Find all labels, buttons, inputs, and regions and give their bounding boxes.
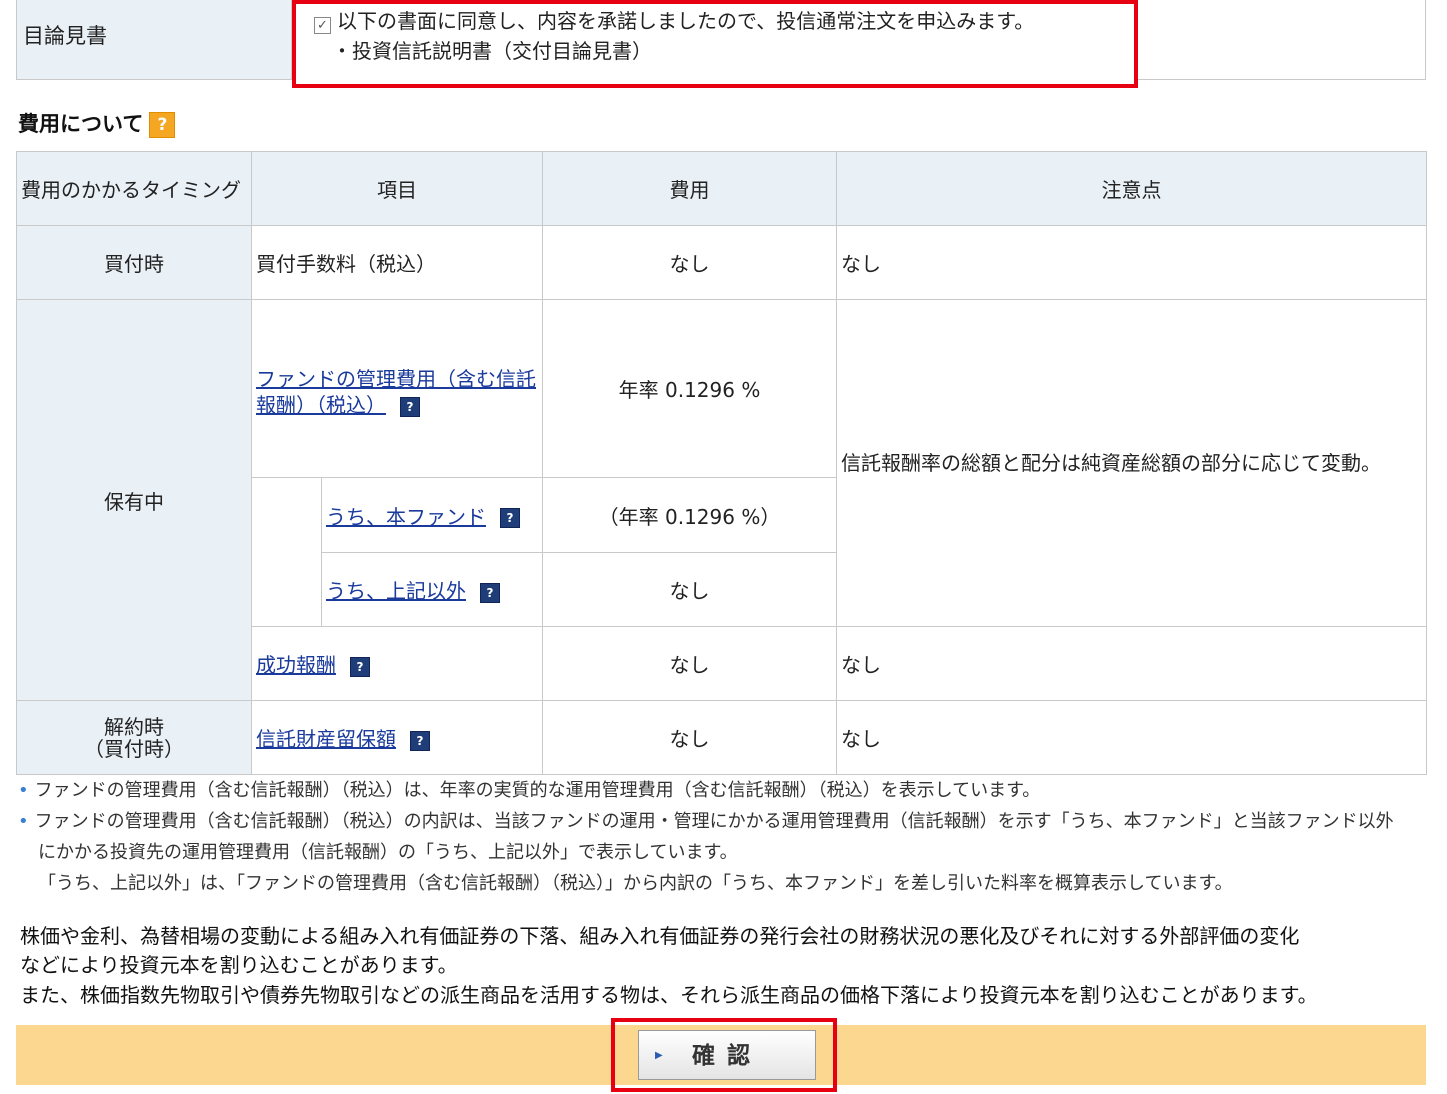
risk-text: などにより投資元本を割り込むことがあります。: [20, 953, 458, 977]
success-fee-link[interactable]: 成功報酬: [256, 653, 336, 677]
timing-cancel: 解約時 （買付時）: [16, 700, 252, 775]
help-icon[interactable]: ?: [500, 508, 520, 528]
timing-holding: 保有中: [16, 299, 252, 701]
header-notes: 注意点: [836, 151, 1427, 226]
consent-checkbox[interactable]: ✓: [314, 17, 331, 34]
consent-text: 以下の書面に同意し、内容を承諾しましたので、投信通常注文を申込みます。: [337, 9, 1035, 33]
note-text: ファンドの管理費用（含む信託報酬）（税込）の内訳は、当該ファンドの運用・管理にか…: [34, 811, 1394, 832]
fee-success: なし: [542, 626, 837, 701]
fee-buy: なし: [542, 225, 837, 300]
other-fee-link[interactable]: うち、上記以外: [326, 579, 466, 603]
fee-fund: （年率 0.1296 %）: [542, 477, 837, 553]
note-text: 「うち、上記以外」は、「ファンドの管理費用（含む信託報酬）（税込）」から内訳の「…: [38, 873, 1233, 894]
header-item: 項目: [251, 151, 543, 226]
help-icon[interactable]: ?: [400, 396, 420, 417]
consent-area: ✓ 以下の書面に同意し、内容を承諾しましたので、投信通常注文を申込みます。 ・投資…: [300, 6, 1130, 66]
confirm-button[interactable]: ▶ 確認: [638, 1030, 816, 1080]
confirm-label: 確認: [692, 1043, 762, 1069]
fee-other: なし: [542, 552, 837, 627]
prospectus-document: ・投資信託説明書（交付目論見書）: [332, 39, 652, 63]
note-buy: なし: [836, 225, 1427, 300]
timing-buy: 買付時: [16, 225, 252, 300]
help-icon[interactable]: ?: [410, 730, 430, 751]
note-text: ファンドの管理費用（含む信託報酬）（税込）は、年率の実質的な運用管理費用（含む信…: [34, 780, 1041, 801]
note-retention: なし: [836, 700, 1427, 775]
fee-section-title: 費用について?: [18, 108, 176, 138]
note-text: にかかる投資先の運用管理費用（信託報酬）の「うち、上記以外」で表示しています。: [38, 842, 738, 863]
consent-line[interactable]: ✓ 以下の書面に同意し、内容を承諾しましたので、投信通常注文を申込みます。: [300, 6, 1130, 36]
risk-text: 株価や金利、為替相場の変動による組み入れ有価証券の下落、組み入れ有価証券の発行会…: [20, 924, 1300, 948]
mgmt-fee-link[interactable]: ファンドの管理費用（含む信託報酬）（税込）: [256, 367, 536, 417]
item-buy-commission: 買付手数料（税込）: [251, 225, 543, 300]
help-icon[interactable]: ?: [480, 582, 500, 603]
table-header-row: 費用のかかるタイミング 項目 費用 注意点: [16, 151, 1427, 226]
risk-text: また、株価指数先物取引や債券先物取引などの派生商品を活用する物は、それら派生商品…: [20, 983, 1318, 1007]
fee-table: 費用のかかるタイミング 項目 費用 注意点 買付時 買付手数料（税込） なし な…: [16, 151, 1427, 775]
table-row: 解約時 （買付時） 信託財産留保額? なし なし: [16, 700, 1427, 775]
arrow-right-icon: ▶: [655, 1050, 663, 1061]
table-row: 保有中 ファンドの管理費用（含む信託報酬）（税込）? 年率 0.1296 % 信…: [16, 299, 1427, 701]
fee-retention: なし: [542, 700, 837, 775]
table-row: 買付時 買付手数料（税込） なし なし: [16, 225, 1427, 300]
help-icon[interactable]: ?: [350, 656, 370, 677]
note-item: • ファンドの管理費用（含む信託報酬）（税込）は、年率の実質的な運用管理費用（含む…: [18, 780, 1041, 801]
retention-fee-link[interactable]: 信託財産留保額: [256, 727, 396, 751]
header-fee: 費用: [542, 151, 837, 226]
note-mgmt: 信託報酬率の総額と配分は純資産総額の部分に応じて変動。: [836, 299, 1427, 627]
header-timing: 費用のかかるタイミング: [16, 151, 252, 226]
note-item: • ファンドの管理費用（含む信託報酬）（税込）の内訳は、当該ファンドの運用・管理に…: [18, 811, 1394, 832]
fee-title-text: 費用について: [18, 112, 144, 136]
help-icon[interactable]: ?: [149, 112, 176, 138]
fund-fee-link[interactable]: うち、本ファンド: [326, 505, 486, 529]
prospectus-label: 目論見書: [16, 0, 292, 80]
note-success: なし: [836, 626, 1427, 701]
fee-mgmt: 年率 0.1296 %: [542, 299, 837, 478]
